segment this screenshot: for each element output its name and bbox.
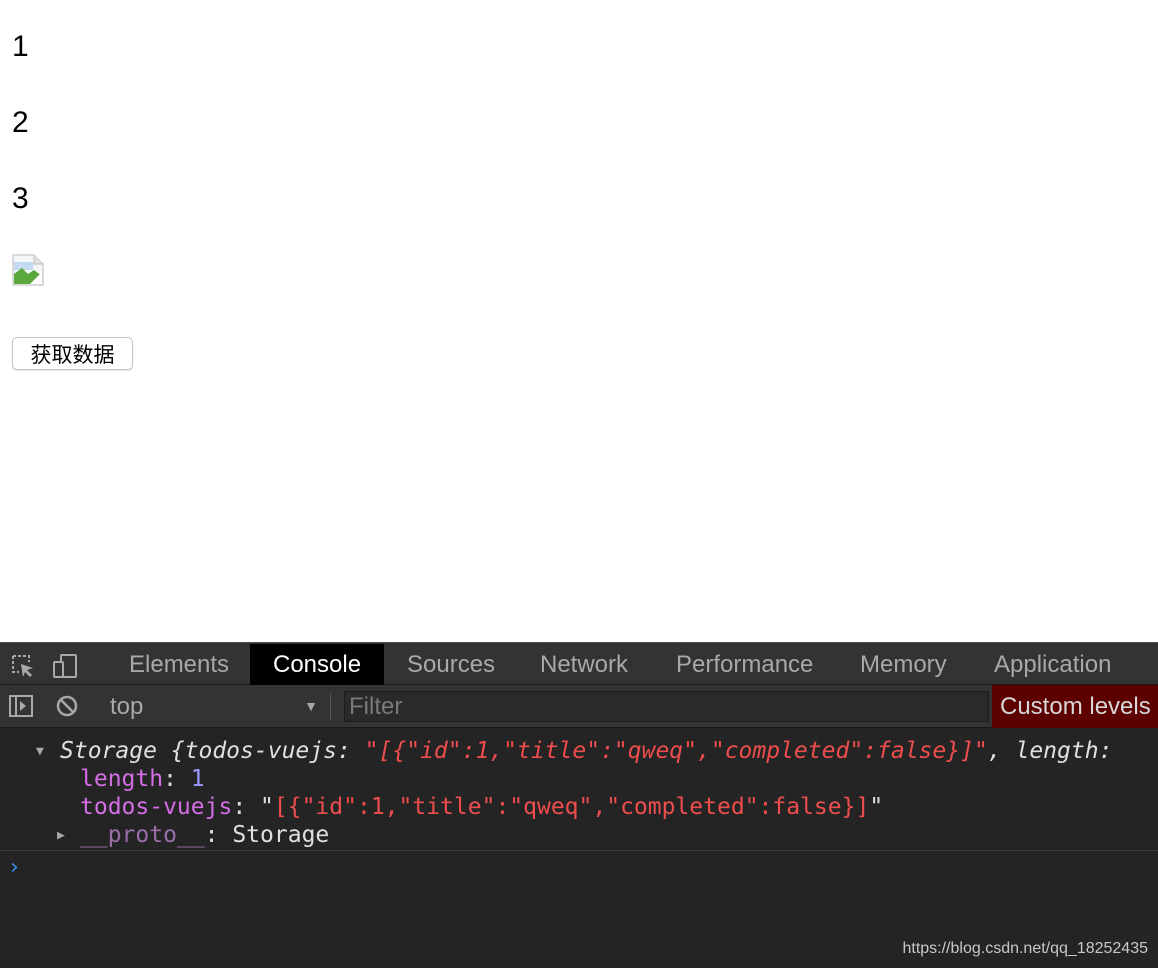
prop-key: todos-vuejs — [80, 794, 233, 820]
inspect-element-icon[interactable] — [10, 653, 36, 679]
console-output: ▼ Storage {todos-vuejs: "[{"id":1,"title… — [0, 729, 1158, 968]
prop-row-todos: todos-vuejs: "[{"id":1,"title":"qweq","c… — [0, 793, 1158, 821]
prop-value: Storage — [232, 822, 330, 848]
quote-close: " — [869, 794, 884, 820]
quote-open: " — [260, 794, 274, 820]
fetch-data-button[interactable]: 获取数据 — [12, 337, 133, 370]
toolbar-divider — [330, 693, 331, 720]
tab-application[interactable]: Application — [971, 644, 1134, 685]
device-toolbar-icon[interactable] — [52, 653, 78, 679]
prop-row-proto[interactable]: ▶ __proto__: Storage — [0, 821, 1158, 849]
paragraph-2: 2 — [12, 106, 29, 139]
console-toolbar: top ▼ Custom levels — [0, 685, 1158, 728]
filter-input[interactable] — [344, 691, 989, 722]
tab-sources[interactable]: Sources — [384, 644, 518, 685]
prop-sep: : — [163, 766, 191, 792]
context-selector[interactable]: top ▼ — [110, 685, 324, 728]
summary-rest: , length: — [987, 738, 1113, 764]
log-levels-dropdown[interactable]: Custom levels — [992, 685, 1158, 728]
paragraph-1: 1 — [12, 30, 29, 63]
summary-value: "[{"id":1,"title":"qweq","completed":fal… — [364, 738, 988, 764]
broken-image-icon — [12, 254, 44, 286]
open-brace: { — [156, 738, 185, 764]
console-prompt-icon[interactable]: › — [10, 855, 19, 880]
storage-summary-row[interactable]: ▼ Storage {todos-vuejs: "[{"id":1,"title… — [0, 737, 1158, 765]
page-viewport: 1 2 3 获取数据 — [0, 0, 1158, 642]
watermark: https://blog.csdn.net/qq_18252435 — [902, 940, 1148, 957]
expand-triangle-right-icon[interactable]: ▶ — [57, 822, 65, 849]
prop-value: [{"id":1,"title":"qweq","completed":fals… — [273, 794, 870, 820]
console-entry-divider — [0, 850, 1158, 851]
expand-triangle-down-icon[interactable]: ▼ — [36, 738, 44, 765]
dropdown-arrow-icon: ▼ — [304, 698, 318, 714]
prop-key: length — [80, 766, 164, 792]
devtools-tabbar: Elements Console Sources Network Perform… — [0, 642, 1158, 685]
prop-key: __proto__ — [80, 822, 205, 848]
paragraph-3: 3 — [12, 182, 29, 215]
storage-summary-text: Storage {todos-vuejs: "[{"id":1,"title":… — [60, 737, 1112, 765]
tab-console[interactable]: Console — [250, 644, 385, 685]
tab-performance[interactable]: Performance — [653, 644, 836, 685]
summary-key: todos-vuejs — [184, 738, 337, 764]
prop-value: 1 — [190, 766, 205, 792]
tab-memory[interactable]: Memory — [837, 644, 970, 685]
tab-network[interactable]: Network — [517, 644, 651, 685]
type-name: Storage — [60, 738, 157, 764]
prop-row-length: length: 1 — [0, 765, 1158, 793]
tab-elements[interactable]: Elements — [106, 644, 252, 685]
prop-sep: : — [204, 822, 233, 848]
devtools-panel: Elements Console Sources Network Perform… — [0, 642, 1158, 968]
clear-console-icon[interactable] — [54, 693, 80, 719]
summary-sep: : — [336, 738, 365, 764]
prop-sep: : — [232, 794, 261, 820]
show-sidebar-icon[interactable] — [8, 693, 34, 719]
context-selector-value: top — [110, 693, 144, 720]
